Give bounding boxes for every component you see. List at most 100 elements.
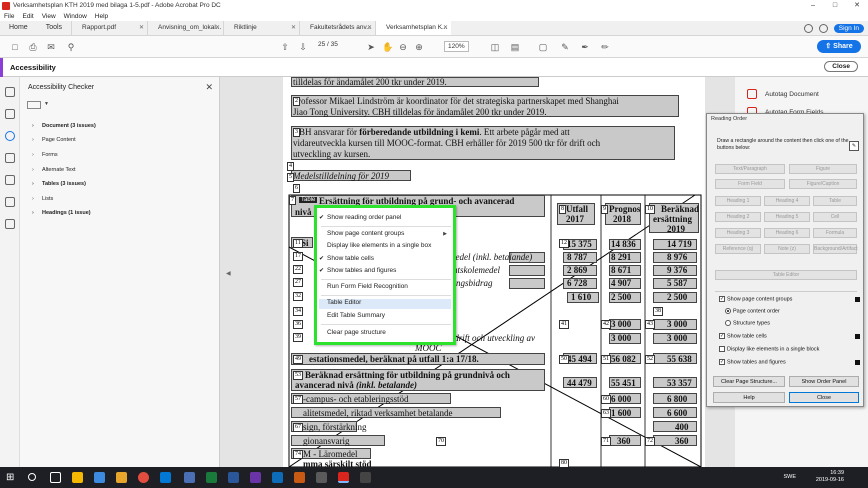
order-tag[interactable]: 60 (601, 395, 611, 404)
page-current[interactable]: 25 (318, 41, 325, 48)
menu-item-display-like-elements[interactable]: Display like elements in a single box (327, 242, 431, 249)
checkbox-icon[interactable] (719, 346, 725, 352)
content-region[interactable] (509, 278, 545, 289)
print-icon[interactable]: ⎙ (28, 42, 38, 52)
order-tag[interactable]: 63 (601, 409, 611, 418)
tree-item-document[interactable]: › Document (3 issues) (32, 123, 96, 129)
order-tag[interactable]: 7 (289, 196, 296, 205)
page-thumbnails-icon[interactable] (5, 87, 15, 97)
save-icon[interactable]: □ (10, 42, 20, 52)
powerpoint-icon[interactable] (294, 472, 305, 483)
checkbox-checked-icon[interactable]: ✓ (719, 359, 725, 365)
excel-icon[interactable] (206, 472, 217, 483)
order-tag[interactable]: 10 (645, 205, 655, 214)
ro-button-table-editor[interactable]: Table Editor (715, 270, 857, 280)
zoom-select[interactable]: 120% (444, 41, 469, 52)
edge-browser-icon[interactable] (94, 472, 105, 483)
notifications-icon[interactable] (818, 24, 828, 33)
order-tag[interactable]: 49 (293, 355, 303, 364)
close-tab-icon[interactable]: ✕ (291, 21, 296, 35)
tab-tools[interactable]: Tools (37, 20, 71, 35)
order-tag[interactable]: 11 (293, 239, 303, 248)
chevron-right-icon[interactable]: › (32, 181, 42, 187)
checkbox-display-like[interactable]: Display like elements in a single block (719, 346, 819, 352)
tags-icon[interactable] (5, 219, 15, 229)
content-region[interactable] (509, 265, 545, 276)
hand-tool-icon[interactable]: ✋ (382, 42, 393, 52)
share-button[interactable]: ⇧ Share (817, 40, 861, 53)
ro-button-form-field[interactable]: Form Field (715, 179, 785, 189)
order-tag[interactable]: 22 (293, 265, 303, 274)
color-swatch[interactable] (855, 334, 860, 339)
zoom-in-icon[interactable]: ⊕ (414, 42, 424, 52)
checkbox-show-groups[interactable]: ✓ Show page content groups (719, 296, 792, 302)
sign-in-button[interactable]: Sign In (833, 24, 864, 33)
radio-structure-types[interactable]: Structure types (725, 320, 770, 326)
menu-item-run-form-recognition[interactable]: Run Form Field Recognition (327, 283, 408, 290)
autotag-icon[interactable] (747, 89, 757, 99)
chevron-right-icon[interactable]: › (32, 210, 42, 216)
help-icon[interactable] (803, 24, 813, 33)
menu-help[interactable]: Help (95, 13, 108, 20)
zoom-out-icon[interactable]: ⊖ (398, 42, 408, 52)
checkbox-show-table-cells[interactable]: ✓ Show table cells (719, 333, 767, 339)
order-tag[interactable]: 39 (293, 333, 303, 342)
menu-window[interactable]: Window (64, 13, 87, 20)
close-tab-icon[interactable]: ✕ (139, 21, 144, 35)
word-icon[interactable] (228, 472, 239, 483)
chevron-right-icon[interactable]: › (32, 137, 42, 143)
chevron-right-icon[interactable]: › (32, 196, 42, 202)
menu-item-show-table-cells[interactable]: ✔ Show table cells (319, 255, 374, 262)
order-tag[interactable]: 51 (601, 355, 611, 364)
close-window-button[interactable]: ✕ (846, 0, 868, 11)
order-tag[interactable]: 12 (559, 239, 569, 248)
doc-tab-anvisning[interactable]: Anvisning_om_lokal... ✕ (147, 21, 223, 35)
attachments-icon[interactable] (5, 153, 15, 163)
windows-start-icon[interactable]: ⊞ (6, 472, 17, 483)
order-tag[interactable]: 34 (293, 307, 303, 316)
order-tag[interactable]: 70 (436, 437, 446, 446)
order-tag[interactable]: 6 (293, 184, 300, 193)
doc-tab-fakultet[interactable]: Fakultetsrådets anv... ✕ (299, 21, 375, 35)
minimize-button[interactable]: – (802, 0, 824, 11)
close-tool-button[interactable]: Close (824, 61, 858, 72)
checkbox-checked-icon[interactable]: ✓ (719, 296, 725, 302)
order-icon[interactable] (5, 197, 15, 207)
close-tab-icon[interactable]: ✕ (367, 21, 372, 35)
close-panel-icon[interactable]: ✕ (205, 82, 213, 93)
order-tag[interactable]: 36 (293, 320, 303, 329)
order-tag[interactable]: 38 (653, 307, 663, 316)
ro-button-heading-4[interactable]: Heading 4 (764, 196, 810, 206)
highlight-icon[interactable]: ✎ (560, 42, 570, 52)
app-icon[interactable] (360, 472, 371, 483)
order-tag[interactable]: 27 (293, 278, 303, 287)
order-tag[interactable]: 74 (293, 450, 303, 459)
order-tag[interactable]: 43 (645, 320, 655, 329)
order-tag[interactable]: 2 (293, 97, 300, 106)
ro-button-background-artifact[interactable]: Background/Artifact (813, 244, 858, 254)
chevron-right-icon[interactable]: › (32, 152, 42, 158)
checkbox-show-tables-figures[interactable]: ✓ Show tables and figures (719, 359, 786, 365)
language-indicator[interactable]: SWE (783, 474, 796, 480)
order-tag[interactable]: 80 (559, 459, 569, 467)
color-swatch[interactable] (855, 297, 860, 302)
task-view-icon[interactable] (50, 472, 61, 483)
order-tag[interactable]: 8 (559, 205, 566, 214)
email-icon[interactable]: ✉ (46, 42, 56, 52)
select-tool-icon[interactable]: ➤ (366, 42, 376, 52)
order-tag[interactable]: 41 (559, 320, 569, 329)
settings-icon[interactable] (316, 472, 327, 483)
chevron-down-icon[interactable]: ▼ (44, 101, 49, 107)
order-tag[interactable]: 71 (601, 437, 611, 446)
accessibility-checker-icon[interactable] (5, 131, 15, 141)
ro-button-heading-2[interactable]: Heading 2 (715, 212, 761, 222)
menu-item-show-reading-order[interactable]: ✔ Show reading order panel (319, 214, 401, 221)
search-icon[interactable]: ⚲ (66, 42, 76, 52)
clear-page-structure-button[interactable]: Clear Page Structure... (713, 376, 785, 387)
ro-button-heading-5[interactable]: Heading 5 (764, 212, 810, 222)
order-tag[interactable]: 5 (287, 173, 294, 182)
app-icon[interactable] (184, 472, 195, 483)
acrobat-taskbar-icon[interactable] (338, 472, 349, 483)
tree-item-alternate-text[interactable]: › Alternate Text (32, 167, 76, 173)
content-icon[interactable] (5, 175, 15, 185)
